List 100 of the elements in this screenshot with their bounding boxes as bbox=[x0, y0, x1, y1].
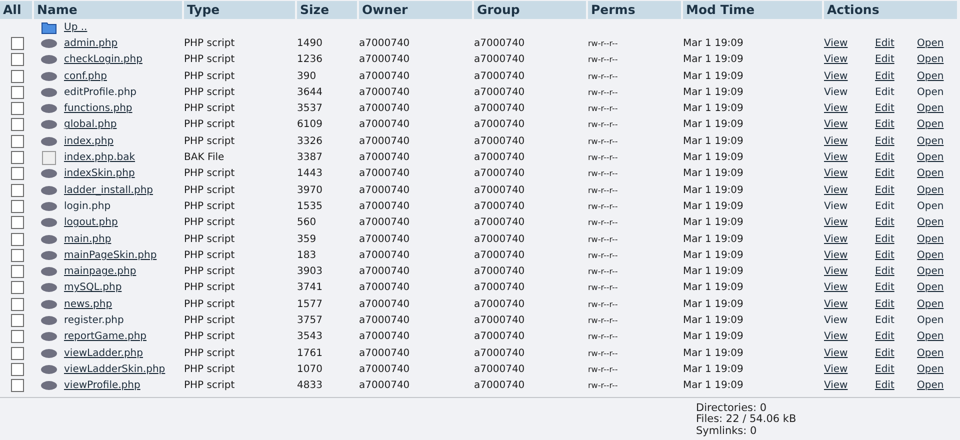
file-name-link[interactable]: logout.php bbox=[64, 217, 118, 228]
action-link[interactable]: View bbox=[824, 348, 848, 359]
file-name-link[interactable]: conf.php bbox=[64, 70, 107, 82]
action-link[interactable]: View bbox=[824, 152, 848, 164]
file-name-link[interactable]: viewLadder.php bbox=[64, 348, 143, 359]
checkbox[interactable] bbox=[10, 102, 24, 116]
file-name-link[interactable]: mainPageSkin.php bbox=[64, 250, 157, 261]
action-link[interactable]: Edit bbox=[875, 380, 894, 392]
file-name-link[interactable]: functions.php bbox=[64, 103, 132, 114]
checkbox[interactable] bbox=[10, 379, 24, 392]
action-link[interactable]: Open bbox=[917, 38, 944, 49]
checkbox[interactable] bbox=[10, 346, 24, 360]
action-link[interactable]: Edit bbox=[875, 282, 894, 294]
action-link[interactable]: Edit bbox=[875, 38, 894, 49]
file-name-link[interactable]: checkLogin.php bbox=[64, 54, 142, 66]
column-header[interactable]: Size bbox=[297, 1, 357, 19]
checkbox[interactable] bbox=[10, 248, 24, 262]
column-header[interactable]: Perms bbox=[588, 1, 681, 19]
checkbox[interactable] bbox=[10, 265, 24, 278]
checkbox[interactable] bbox=[10, 362, 24, 376]
action-link[interactable]: Edit bbox=[875, 314, 894, 326]
file-name-link[interactable]: index.php.bak bbox=[64, 152, 136, 164]
action-link[interactable]: Open bbox=[917, 86, 944, 98]
file-name-link[interactable]: viewProfile.php bbox=[64, 380, 140, 392]
action-link[interactable]: Edit bbox=[875, 54, 894, 66]
checkbox[interactable] bbox=[10, 134, 24, 148]
action-link[interactable]: Edit bbox=[875, 298, 894, 310]
action-link[interactable]: Open bbox=[917, 282, 944, 294]
action-link[interactable]: Open bbox=[917, 314, 944, 326]
file-name-link[interactable]: editProfile.php bbox=[64, 86, 137, 98]
checkbox[interactable] bbox=[10, 53, 24, 66]
checkbox[interactable] bbox=[10, 330, 24, 344]
action-link[interactable]: Edit bbox=[875, 200, 894, 212]
action-link[interactable]: View bbox=[824, 38, 848, 49]
action-link[interactable]: View bbox=[824, 54, 848, 66]
action-link[interactable]: Edit bbox=[875, 266, 894, 278]
column-header[interactable]: All bbox=[0, 1, 32, 19]
action-link[interactable]: View bbox=[824, 184, 848, 196]
action-link[interactable]: Open bbox=[917, 184, 944, 196]
action-link[interactable]: Edit bbox=[875, 348, 894, 359]
action-link[interactable]: Open bbox=[917, 54, 944, 66]
file-name-link[interactable]: main.php bbox=[64, 234, 112, 244]
file-name-link[interactable]: register.php bbox=[64, 314, 124, 326]
checkbox[interactable] bbox=[10, 314, 24, 327]
file-name-link[interactable]: global.php bbox=[64, 119, 117, 130]
action-link[interactable]: View bbox=[824, 314, 848, 326]
column-header[interactable]: Mod Time bbox=[683, 1, 822, 19]
action-link[interactable]: Edit bbox=[875, 217, 894, 228]
action-link[interactable]: View bbox=[824, 234, 848, 244]
file-name-link[interactable]: reportGame.php bbox=[64, 331, 147, 342]
column-header[interactable]: Name bbox=[34, 1, 182, 19]
action-link[interactable]: Open bbox=[917, 331, 944, 342]
checkbox[interactable] bbox=[10, 298, 24, 311]
action-link[interactable]: Edit bbox=[875, 152, 894, 164]
action-link[interactable]: View bbox=[824, 250, 848, 261]
column-header[interactable]: Group bbox=[474, 1, 586, 19]
checkbox[interactable] bbox=[10, 200, 24, 213]
checkbox[interactable] bbox=[10, 36, 24, 50]
action-link[interactable]: Edit bbox=[875, 364, 894, 375]
action-link[interactable]: Edit bbox=[875, 136, 894, 147]
action-link[interactable]: Edit bbox=[875, 70, 894, 82]
checkbox[interactable] bbox=[10, 167, 24, 180]
action-link[interactable]: Edit bbox=[875, 168, 894, 180]
file-name-link[interactable]: admin.php bbox=[64, 38, 118, 49]
action-link[interactable]: Open bbox=[917, 70, 944, 82]
action-link[interactable]: Open bbox=[917, 119, 944, 130]
checkbox[interactable] bbox=[10, 70, 24, 83]
checkbox[interactable] bbox=[10, 281, 24, 294]
action-link[interactable]: View bbox=[824, 136, 848, 147]
checkbox[interactable] bbox=[10, 151, 24, 164]
file-name-link[interactable]: news.php bbox=[64, 298, 112, 310]
action-link[interactable]: View bbox=[824, 282, 848, 294]
action-link[interactable]: View bbox=[824, 298, 848, 310]
file-name-link[interactable]: index.php bbox=[64, 136, 114, 147]
action-link[interactable]: Open bbox=[917, 364, 944, 375]
checkbox[interactable] bbox=[10, 184, 24, 197]
action-link[interactable]: Open bbox=[917, 298, 944, 310]
action-link[interactable]: Edit bbox=[875, 86, 894, 98]
action-link[interactable]: View bbox=[824, 266, 848, 278]
action-link[interactable]: Edit bbox=[875, 234, 894, 244]
action-link[interactable]: Open bbox=[917, 152, 944, 164]
column-header[interactable]: Type bbox=[184, 1, 295, 19]
action-link[interactable]: Edit bbox=[875, 119, 894, 130]
file-name-link[interactable]: ladder_install.php bbox=[64, 184, 154, 196]
action-link[interactable]: View bbox=[824, 217, 848, 228]
action-link[interactable]: Edit bbox=[875, 184, 894, 196]
action-link[interactable]: Open bbox=[917, 380, 944, 392]
file-name-link[interactable]: mainpage.php bbox=[64, 266, 136, 278]
action-link[interactable]: View bbox=[824, 380, 848, 392]
action-link[interactable]: Open bbox=[917, 234, 944, 244]
action-link[interactable]: View bbox=[824, 168, 848, 180]
checkbox[interactable] bbox=[10, 86, 24, 99]
file-name-link[interactable]: login.php bbox=[64, 200, 111, 212]
action-link[interactable]: Edit bbox=[875, 331, 894, 342]
action-link[interactable]: View bbox=[824, 119, 848, 130]
file-name-link[interactable]: mySQL.php bbox=[64, 282, 122, 294]
column-header[interactable]: Owner bbox=[359, 1, 472, 19]
parent-folder-link[interactable]: Up .. bbox=[64, 22, 88, 33]
action-link[interactable]: View bbox=[824, 86, 848, 98]
action-link[interactable]: View bbox=[824, 70, 848, 82]
